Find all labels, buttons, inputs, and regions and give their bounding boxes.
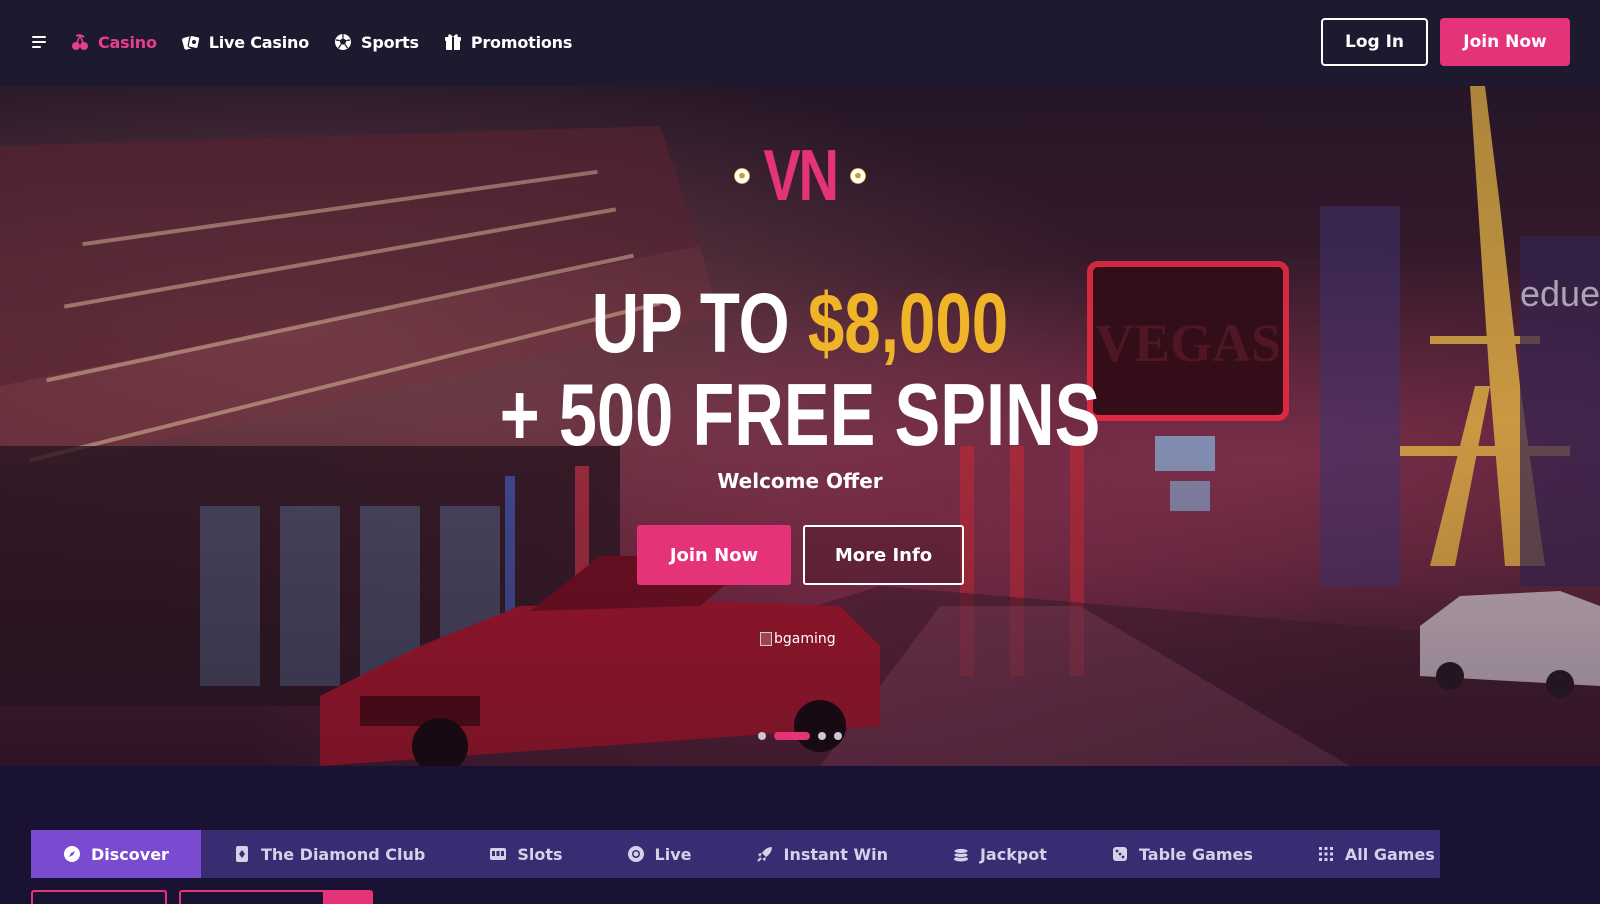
game-category-tabs: Discover The Diamond Club Slots Live Ins… [31,830,1440,878]
hero-subtitle: Welcome Offer [717,469,883,493]
hero-more-info-button[interactable]: More Info [803,525,964,585]
logo-text: VN [763,136,839,216]
hero-headline-line2: + 500 FREE SPINS [499,365,1101,464]
rocket-icon [756,845,774,863]
tab-the-diamond-club[interactable]: The Diamond Club [201,830,457,878]
tab-label: Discover [91,844,169,864]
main-nav: Casino Live Casino Sports Promotions [70,0,572,84]
carousel-dot[interactable] [818,732,826,740]
grid-icon [1317,845,1335,863]
nav-item-label: Live Casino [208,32,309,52]
nav-item-live-casino[interactable]: Live Casino [181,32,309,52]
diamond-card-icon [233,845,251,863]
soccer-ball-icon [850,168,866,184]
tab-jackpot[interactable]: Jackpot [920,830,1079,878]
tab-instant-win[interactable]: Instant Win [724,830,920,878]
cherries-icon [70,32,90,52]
hero-banner: VEGAS edues [0,86,1600,766]
tab-label: Table Games [1138,844,1253,864]
tab-all-games[interactable]: All Games [1285,830,1467,878]
cards-icon [181,32,201,52]
filter-button[interactable] [31,890,167,904]
carousel-dot-active[interactable] [774,732,810,740]
hero-join-now-button[interactable]: Join Now [637,525,791,585]
provider-logo: bgaming [760,631,836,647]
gift-icon [443,32,463,52]
carousel-pagination [758,732,842,740]
carousel-dot[interactable] [758,732,766,740]
tab-discover[interactable]: Discover [31,830,201,878]
coins-icon [952,845,970,863]
headline-amount: $8,000 [807,276,1009,370]
nav-item-label: Promotions [470,32,573,52]
soccer-ball-icon [333,32,353,52]
tab-label: All Games [1344,844,1435,864]
tab-table-games[interactable]: Table Games [1079,830,1285,878]
nav-item-promotions[interactable]: Promotions [443,32,572,52]
svg-text:edues: edues [1520,273,1600,314]
tab-live[interactable]: Live [595,830,724,878]
join-now-button[interactable]: Join Now [1440,18,1570,66]
tab-label: Live [654,844,692,864]
broken-image-icon [760,632,772,646]
nav-item-casino[interactable]: Casino [70,32,157,52]
nav-item-label: Casino [98,32,157,52]
nav-item-label: Sports [361,32,419,52]
slot-machine-icon [489,845,507,863]
tab-label: The Diamond Club [260,844,426,864]
carousel-dot[interactable] [834,732,842,740]
tab-label: Instant Win [783,844,888,864]
soccer-ball-icon [734,168,750,184]
site-logo[interactable]: VN [733,138,867,214]
tab-label: Jackpot [979,844,1047,864]
provider-alt-text: bgaming [774,631,836,647]
dice-icon [1111,845,1129,863]
search-field[interactable] [179,890,373,904]
hamburger-menu-icon[interactable] [32,33,50,51]
compass-icon [63,845,81,863]
nav-item-sports[interactable]: Sports [333,32,419,52]
login-button[interactable]: Log In [1321,18,1428,66]
hero-headline-line1: UP TO $8,000 [176,281,1424,365]
chip-icon [627,845,645,863]
headline-prefix: UP TO [591,276,808,370]
tab-slots[interactable]: Slots [457,830,594,878]
top-navigation-bar: Casino Live Casino Sports Promotions Log… [0,0,1600,86]
tab-label: Slots [517,844,563,864]
